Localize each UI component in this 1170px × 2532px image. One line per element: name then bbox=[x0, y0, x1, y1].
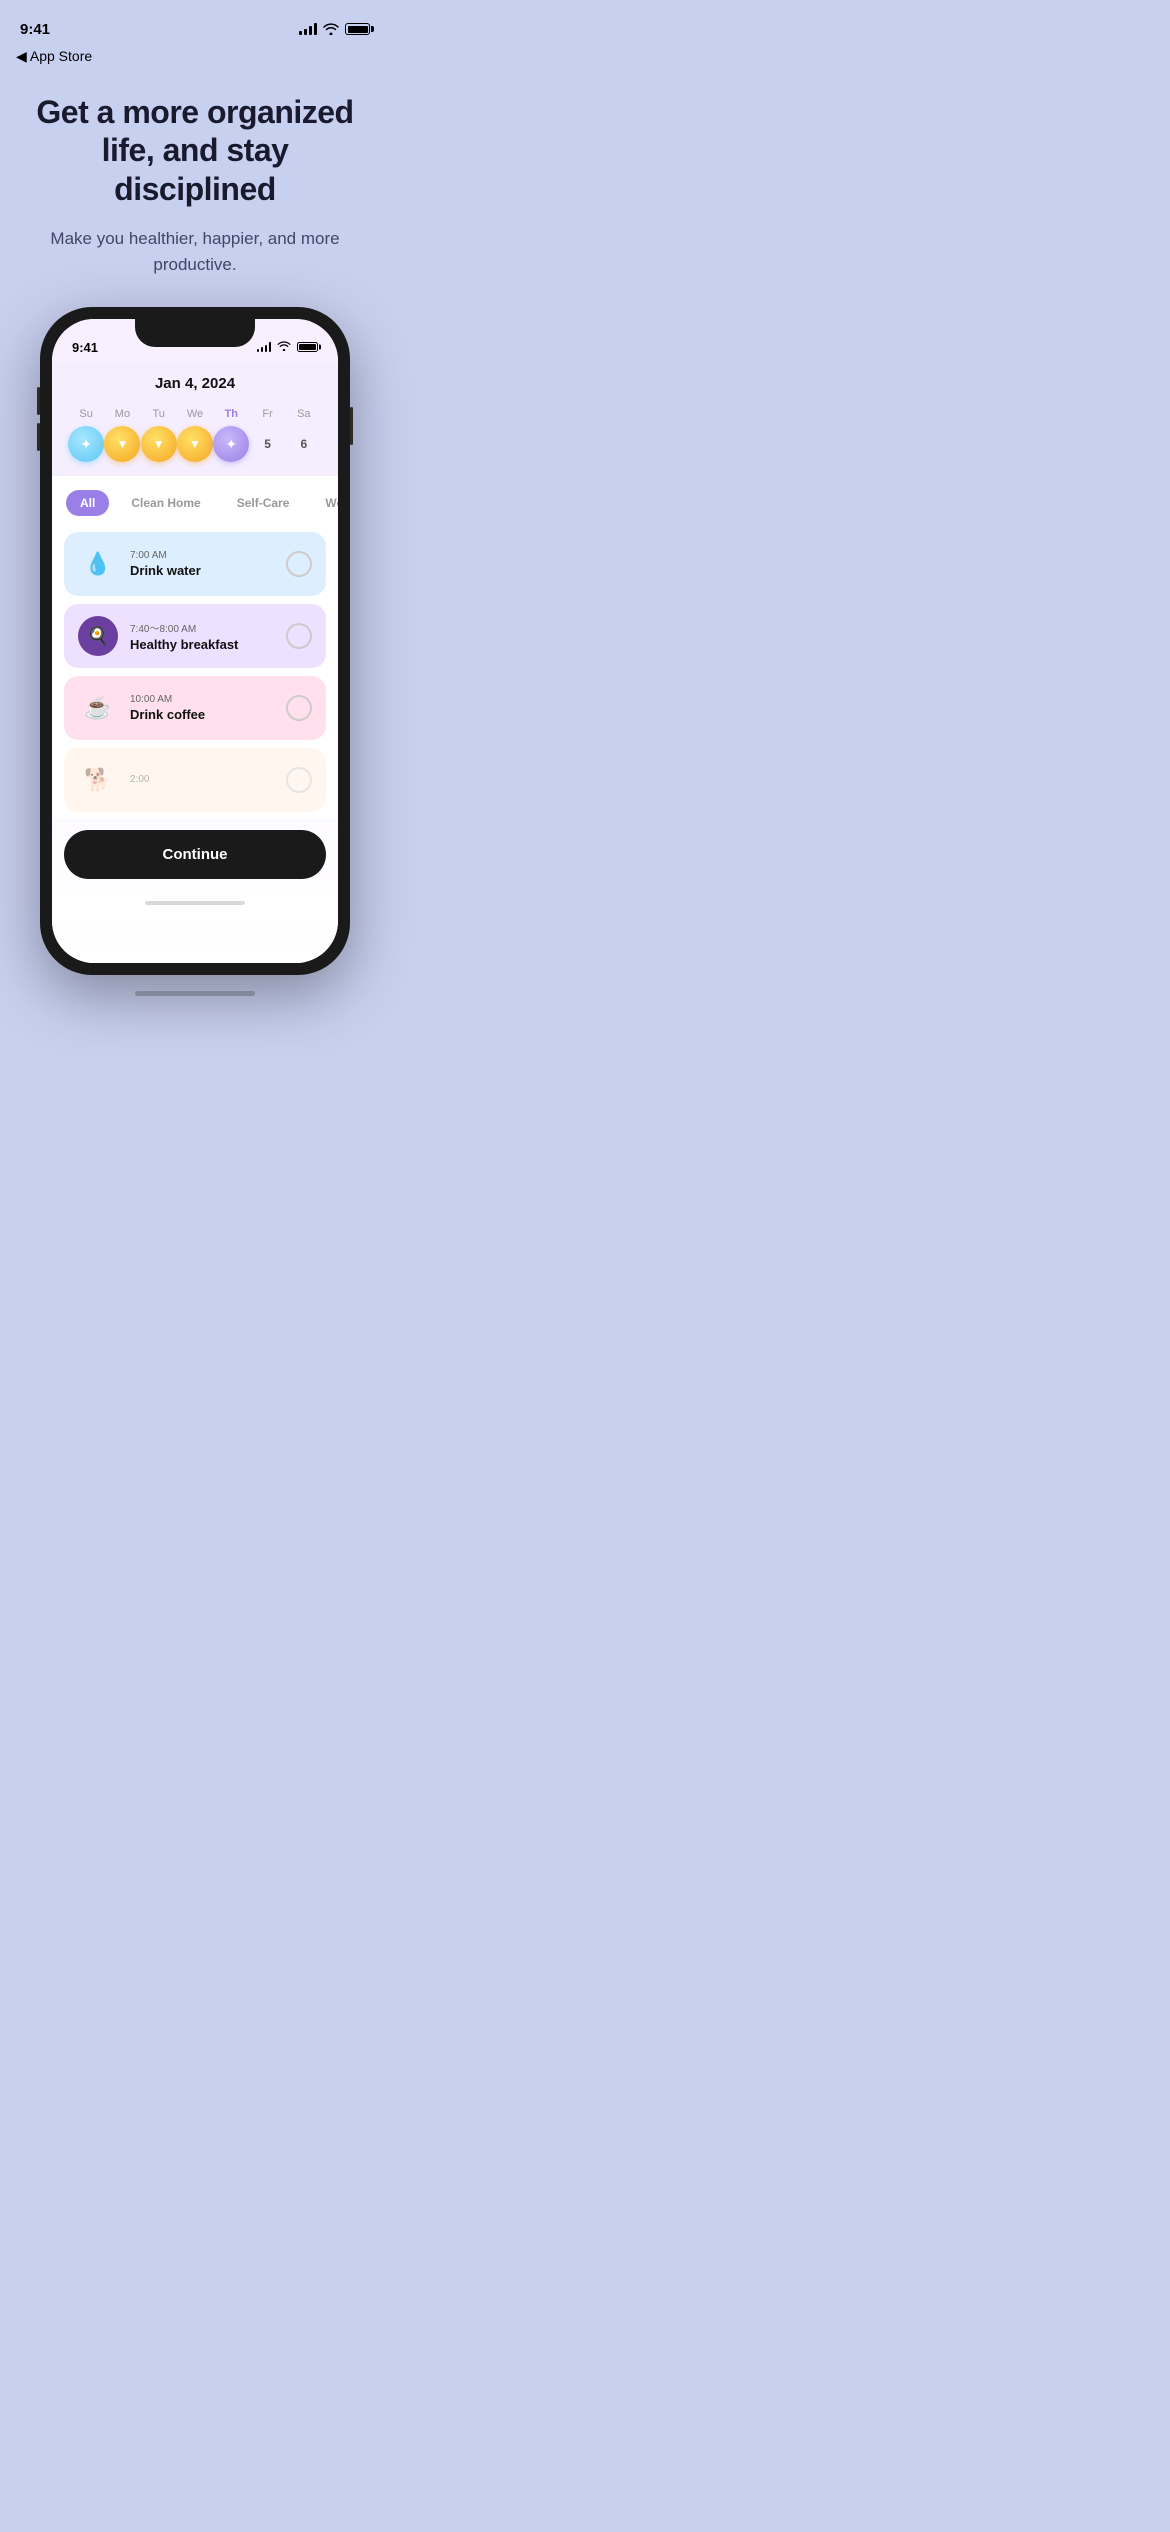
calendar-day-su: Su ✦ bbox=[68, 408, 104, 462]
task-name-coffee: Drink coffee bbox=[130, 707, 274, 722]
calendar-day-fr: Fr 5 bbox=[250, 408, 286, 462]
task-time-breakfast: 7:40～8:00 AM bbox=[130, 620, 274, 635]
hero-section: Get a more organized life, and stay disc… bbox=[0, 73, 390, 277]
date-header: Jan 4, 2024 bbox=[52, 363, 338, 400]
status-time: 9:41 bbox=[20, 21, 50, 38]
task-name-breakfast: Healthy breakfast bbox=[130, 637, 274, 652]
task-info-coffee: 10:00 AM Drink coffee bbox=[130, 694, 274, 722]
calendar-day-we: We ▼ bbox=[177, 408, 213, 462]
phone-screen: 9:41 bbox=[52, 319, 338, 963]
inner-signal-icon bbox=[257, 342, 272, 352]
hero-title: Get a more organized life, and stay disc… bbox=[30, 93, 360, 208]
task-icon-breakfast: 🍳 bbox=[78, 616, 118, 656]
calendar-day-tu: Tu ▼ bbox=[141, 408, 177, 462]
day-coin-mo: ▼ bbox=[104, 426, 140, 462]
day-coin-su: ✦ bbox=[68, 426, 104, 462]
phone-mockup-wrapper: 9:41 bbox=[0, 277, 390, 975]
task-drink-water[interactable]: 💧 7:00 AM Drink water bbox=[64, 532, 326, 596]
task-info-partial: 2:00 bbox=[130, 774, 274, 787]
inner-home-indicator bbox=[52, 891, 338, 921]
task-time-partial: 2:00 bbox=[130, 774, 274, 785]
day-coin-tu: ▼ bbox=[141, 426, 177, 462]
inner-status-icons bbox=[257, 341, 319, 353]
task-time-water: 7:00 AM bbox=[130, 550, 274, 561]
task-info-breakfast: 7:40～8:00 AM Healthy breakfast bbox=[130, 620, 274, 652]
task-icon-water: 💧 bbox=[78, 544, 118, 584]
continue-button[interactable]: Continue bbox=[64, 830, 326, 879]
volume-down-button bbox=[37, 423, 40, 451]
task-icon-coffee: ☕ bbox=[78, 688, 118, 728]
app-content: Jan 4, 2024 Su ✦ Mo ▼ bbox=[52, 363, 338, 963]
calendar-strip: Su ✦ Mo ▼ Tu ▼ bbox=[52, 400, 338, 476]
task-check-partial[interactable] bbox=[286, 767, 312, 793]
task-time-coffee: 10:00 AM bbox=[130, 694, 274, 705]
signal-icon bbox=[299, 23, 317, 35]
calendar-day-th: Th ✦ bbox=[213, 408, 249, 462]
inner-battery-icon bbox=[297, 342, 318, 352]
task-healthy-breakfast[interactable]: 🍳 7:40～8:00 AM Healthy breakfast bbox=[64, 604, 326, 668]
app-store-nav[interactable]: ◀ App Store bbox=[0, 44, 390, 73]
calendar-day-sa: Sa 6 bbox=[286, 408, 322, 462]
hero-subtitle: Make you healthier, happier, and more pr… bbox=[30, 226, 360, 277]
calendar-day-mo: Mo ▼ bbox=[104, 408, 140, 462]
task-check-water[interactable] bbox=[286, 551, 312, 577]
phone-notch bbox=[135, 319, 255, 347]
task-icon-dog: 🐕 bbox=[78, 760, 118, 800]
task-check-breakfast[interactable] bbox=[286, 623, 312, 649]
back-button[interactable]: ◀ App Store bbox=[16, 48, 92, 65]
home-indicator bbox=[0, 975, 390, 1016]
category-tabs: All Clean Home Self-Care Work bbox=[52, 476, 338, 526]
inner-wifi-icon bbox=[277, 341, 291, 353]
volume-up-button bbox=[37, 387, 40, 415]
power-button bbox=[350, 407, 353, 445]
day-coin-we: ▼ bbox=[177, 426, 213, 462]
task-list: 💧 7:00 AM Drink water 🍳 7:40～8:00 AM Hea… bbox=[52, 526, 338, 818]
tab-self-care[interactable]: Self-Care bbox=[223, 490, 304, 516]
task-drink-coffee[interactable]: ☕ 10:00 AM Drink coffee bbox=[64, 676, 326, 740]
task-partial[interactable]: 🐕 2:00 bbox=[64, 748, 326, 812]
day-coin-th: ✦ bbox=[213, 426, 249, 462]
task-check-coffee[interactable] bbox=[286, 695, 312, 721]
day-number-sa: 6 bbox=[286, 426, 322, 462]
task-info-water: 7:00 AM Drink water bbox=[130, 550, 274, 578]
status-bar: 9:41 bbox=[0, 0, 390, 44]
status-icons bbox=[299, 23, 370, 35]
day-number-fr: 5 bbox=[250, 426, 286, 462]
phone-frame: 9:41 bbox=[40, 307, 350, 975]
wifi-icon bbox=[323, 23, 339, 35]
battery-icon bbox=[345, 23, 370, 35]
tab-work[interactable]: Work bbox=[311, 490, 338, 516]
inner-status-time: 9:41 bbox=[72, 340, 98, 355]
task-name-water: Drink water bbox=[130, 563, 274, 578]
tab-clean-home[interactable]: Clean Home bbox=[117, 490, 214, 516]
tab-all[interactable]: All bbox=[66, 490, 109, 516]
